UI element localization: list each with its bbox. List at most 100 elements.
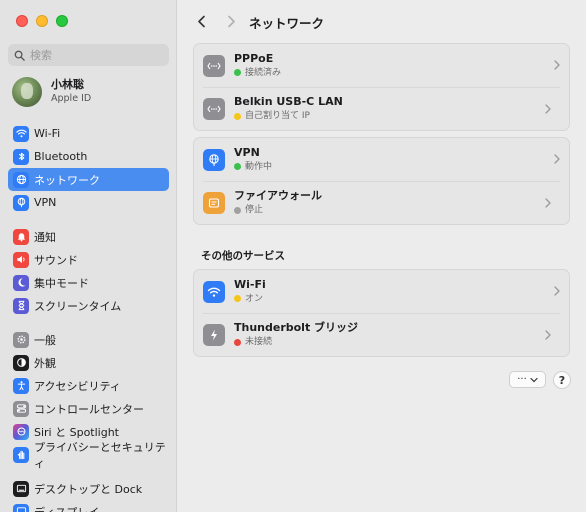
account-name: 小林聡 [51, 78, 84, 91]
sidebar-nav: Wi-Fi Bluetooth ネットワーク VPN 通知 サウンド 集中モード… [8, 122, 169, 512]
main-content: ネットワーク PPPoE 接続済み Belkin USB-C LAN 自己割り当… [177, 0, 586, 512]
sidebar-item-general[interactable]: 一般 [8, 328, 169, 351]
back-button[interactable] [191, 11, 211, 31]
hourglass-icon [13, 297, 29, 314]
service-status-text: 未接続 [245, 337, 273, 347]
service-row-firewall[interactable]: ファイアウォール 停止 [203, 181, 560, 224]
status-dot [234, 112, 241, 120]
minimize-window-button[interactable] [36, 15, 48, 27]
sidebar-item-sound[interactable]: サウンド [8, 248, 169, 271]
zoom-window-button[interactable] [56, 15, 68, 27]
help-button[interactable]: ? [553, 371, 571, 389]
accessibility-icon [13, 377, 29, 394]
sidebar-item-label: スクリーンタイム [34, 299, 122, 313]
sidebar-item-label: 一般 [34, 333, 56, 347]
service-status: 停止 [234, 203, 322, 217]
other-services-heading: その他のサービス [201, 250, 285, 262]
chevron-right-icon [554, 154, 560, 164]
sidebar-item-label: Wi-Fi [34, 127, 61, 140]
globe-icon [13, 171, 29, 188]
sidebar-item-accessibility[interactable]: アクセシビリティ [8, 374, 169, 397]
page-title: ネットワーク [249, 16, 325, 31]
sidebar-item-label: プライバシーとセキュリティ [34, 440, 166, 470]
status-dot [234, 163, 241, 170]
account-subtitle: Apple ID [51, 93, 92, 104]
forward-button[interactable] [221, 11, 241, 31]
chevron-left-icon [197, 15, 205, 27]
network-services-group: PPPoE 接続済み Belkin USB-C LAN 自己割り当て IP [193, 43, 570, 131]
sidebar-item-label: Siri と Spotlight [34, 425, 119, 439]
sidebar-item-privacy-security[interactable]: プライバシーとセキュリティ [8, 441, 169, 470]
sidebar-item-bluetooth[interactable]: Bluetooth [8, 145, 169, 168]
hand-icon [13, 446, 29, 463]
search-icon [14, 50, 25, 61]
vpn-icon [203, 148, 225, 171]
chevron-right-icon [554, 286, 560, 296]
dock-icon [13, 480, 29, 497]
sidebar-item-screen-time[interactable]: スクリーンタイム [8, 294, 169, 317]
service-status: 接続済み [234, 66, 281, 80]
window-controls [16, 15, 68, 27]
siri-icon [13, 423, 29, 440]
service-row-thunderbolt-bridge[interactable]: Thunderbolt ブリッジ 未接続 [203, 313, 560, 356]
sidebar-item-network[interactable]: ネットワーク [8, 168, 169, 191]
service-title: PPPoE [234, 51, 274, 65]
ethernet-icon [203, 98, 225, 120]
chevron-right-icon [545, 104, 551, 114]
chevron-down-icon [530, 377, 538, 382]
sidebar-item-label: 通知 [34, 230, 56, 244]
sidebar-item-appearance[interactable]: 外観 [8, 351, 169, 374]
sidebar-item-label: Bluetooth [34, 150, 88, 163]
service-status-text: 接続済み [245, 67, 282, 78]
moon-icon [13, 274, 29, 291]
sidebar-item-desktop-dock[interactable]: デスクトップと Dock [8, 477, 169, 500]
sidebar-item-label: デスクトップと Dock [34, 482, 143, 496]
sidebar-item-label: ディスプレイ [34, 505, 100, 512]
service-title: Wi-Fi [234, 277, 266, 291]
appearance-icon [13, 354, 29, 371]
close-window-button[interactable] [16, 15, 28, 27]
sidebar-item-vpn[interactable]: VPN [8, 191, 169, 214]
wifi-icon [13, 125, 29, 142]
sidebar-item-notifications[interactable]: 通知 [8, 225, 169, 248]
more-actions-button[interactable]: ··· [509, 371, 546, 388]
apple-id-account[interactable]: 小林聡 Apple ID [12, 77, 91, 107]
sidebar-item-label: アクセシビリティ [34, 379, 121, 393]
vpn-firewall-group: VPN 動作中 ファイアウォール 停止 [193, 137, 570, 225]
sidebar-item-control-center[interactable]: コントロールセンター [8, 397, 169, 420]
sidebar-item-label: コントロールセンター [34, 402, 144, 416]
thunderbolt-icon [203, 324, 225, 346]
service-row-pppoe[interactable]: PPPoE 接続済み [194, 44, 569, 87]
status-dot [234, 295, 241, 302]
sidebar-item-focus[interactable]: 集中モード [8, 271, 169, 294]
sidebar-item-displays[interactable]: ディスプレイ [8, 500, 169, 512]
status-dot [234, 69, 241, 76]
service-status-text: 自己割り当て IP [245, 111, 310, 121]
sidebar-item-label: 外観 [34, 356, 56, 370]
service-row-wifi[interactable]: Wi-Fi オン [194, 270, 569, 313]
firewall-icon [203, 192, 225, 214]
status-dot [234, 206, 241, 214]
sidebar-item-label: ネットワーク [34, 173, 100, 187]
more-label: ··· [517, 374, 527, 385]
service-row-vpn[interactable]: VPN 動作中 [194, 138, 569, 181]
search-box[interactable] [8, 44, 169, 66]
service-title: ファイアウォール [234, 189, 322, 202]
service-row-belkin-lan[interactable]: Belkin USB-C LAN 自己割り当て IP [203, 87, 560, 130]
service-title: VPN [234, 145, 260, 159]
search-input[interactable] [30, 48, 160, 62]
service-status: 動作中 [234, 160, 272, 174]
service-title: Thunderbolt ブリッジ [234, 321, 359, 334]
avatar [12, 77, 42, 107]
sidebar-item-wifi[interactable]: Wi-Fi [8, 122, 169, 145]
speaker-icon [13, 251, 29, 268]
chevron-right-icon [545, 330, 551, 340]
gear-icon [13, 331, 29, 348]
other-services-group: Wi-Fi オン Thunderbolt ブリッジ 未接続 [193, 269, 570, 357]
sidebar: 小林聡 Apple ID Wi-Fi Bluetooth [0, 0, 177, 512]
chevron-right-icon [227, 15, 235, 27]
status-dot [234, 338, 241, 346]
wifi-icon [203, 280, 225, 303]
bell-icon [13, 228, 29, 245]
sidebar-item-label: VPN [34, 196, 57, 209]
